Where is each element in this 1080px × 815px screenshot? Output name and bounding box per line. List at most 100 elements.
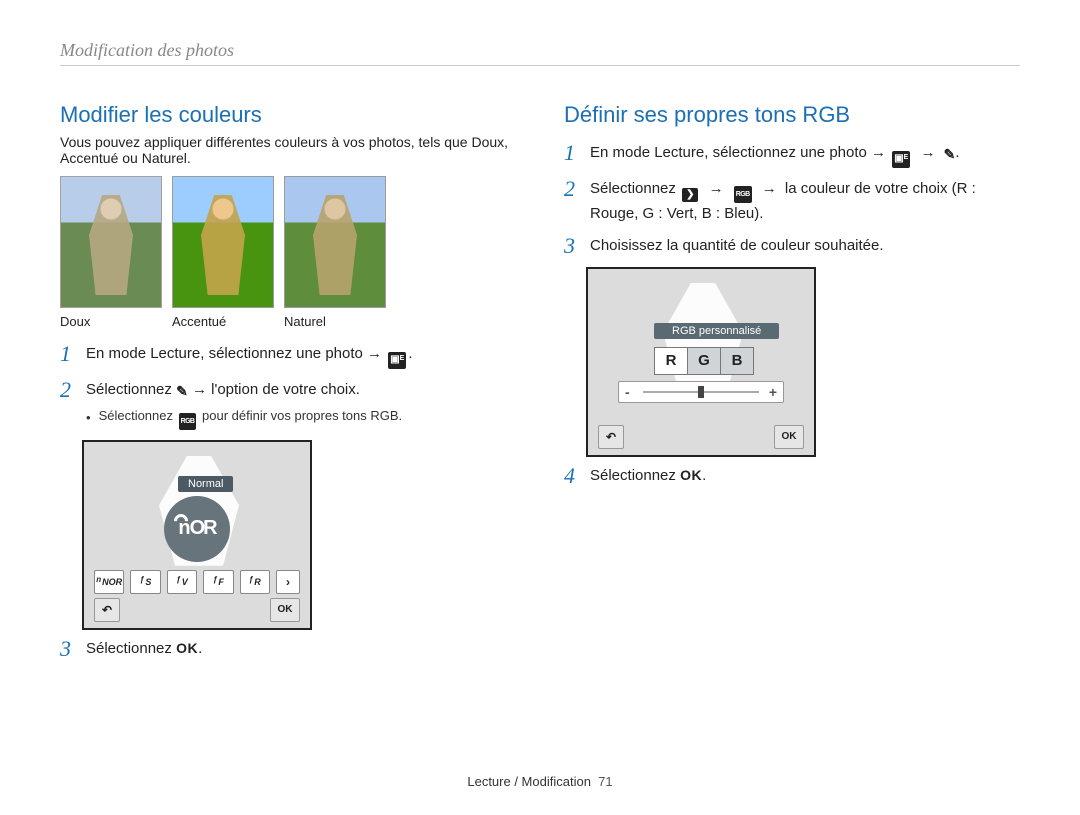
period: . [955, 144, 959, 161]
filter-opt-s[interactable]: ƒS [130, 570, 160, 594]
filter-opt-f[interactable]: ƒF [203, 570, 233, 594]
thumb-image-natural [284, 176, 386, 308]
ok-button[interactable]: OK [774, 425, 804, 449]
thumb-natural: Naturel [284, 176, 384, 329]
thumb-label: Doux [60, 314, 160, 329]
slider-handle[interactable] [698, 386, 704, 398]
period: . [702, 467, 706, 484]
left-column: Modifier les couleurs Vous pouvez appliq… [60, 90, 516, 670]
filter-opt-nor[interactable]: nNOR [94, 570, 124, 594]
period: . [198, 640, 202, 657]
back-button[interactable]: ↶ [598, 425, 624, 449]
filter-opt-v[interactable]: ƒV [167, 570, 197, 594]
step: 2 Sélectionnez → l'option de votre choix… [60, 379, 516, 430]
slider-plus: + [769, 384, 777, 400]
step-body: Sélectionnez ❯ → → la couleur de votre c… [590, 178, 1020, 225]
steps-right-2: 4 Sélectionnez OK. [564, 465, 1020, 487]
rgb-cell-b[interactable]: B [721, 348, 753, 374]
filter-opt-label: NOR [102, 577, 122, 587]
intro-text: Vous pouvez appliquer différentes couleu… [60, 134, 516, 166]
right-column: Définir ses propres tons RGB 1 En mode L… [564, 90, 1020, 670]
ok-label: OK [680, 467, 702, 483]
heading-custom-rgb: Définir ses propres tons RGB [564, 102, 1020, 128]
step-text: Choisissez la quantité de couleur souhai… [590, 237, 884, 254]
step-body: Choisissez la quantité de couleur souhai… [590, 235, 1020, 257]
rgb-tag: RGB personnalisé [654, 323, 779, 339]
step-number: 3 [564, 235, 580, 257]
step: 2 Sélectionnez ❯ → → la couleur de votre… [564, 178, 1020, 225]
camera-screen-rgb: RGB personnalisé R G B - + ↶ OK [586, 267, 816, 457]
thumb-vivid: Accentué [172, 176, 272, 329]
step-body: Sélectionnez OK. [590, 465, 1020, 487]
chevron-right-icon: ❯ [682, 188, 698, 202]
screen-bottom-bar: ↶ OK [94, 598, 300, 620]
camera-screen-color-filter: Normal nOR nNOR ƒS ƒV ƒF ƒR › ↶ OK [82, 440, 312, 630]
edit-overlay-icon: ▣E [388, 352, 406, 369]
footer-page-number: 71 [598, 774, 612, 789]
filter-opt-more[interactable]: › [276, 570, 300, 594]
step-number: 3 [60, 638, 76, 660]
step-pre: Sélectionnez [590, 467, 680, 484]
step-body: En mode Lecture, sélectionnez une photo … [590, 142, 1020, 168]
filter-opt-label: S [145, 577, 151, 587]
breadcrumb-section: Modification des photos [60, 40, 1020, 66]
step-text-mid: → l'option de votre choix. [188, 381, 360, 398]
ok-label: OK [176, 640, 198, 656]
step: 4 Sélectionnez OK. [564, 465, 1020, 487]
step-text: En mode Lecture, sélectionnez une photo … [590, 144, 886, 161]
steps-left: 1 En mode Lecture, sélectionnez une phot… [60, 343, 516, 430]
filter-opt-label: V [182, 577, 188, 587]
filter-option-row: nNOR ƒS ƒV ƒF ƒR › [94, 570, 300, 594]
step-number: 1 [564, 142, 580, 164]
filter-opt-r[interactable]: ƒR [240, 570, 270, 594]
filter-name-tag: Normal [178, 476, 233, 492]
brush-icon [944, 144, 956, 164]
steps-left-2: 3 Sélectionnez OK. [60, 638, 516, 660]
slider-minus: - [625, 384, 630, 400]
rgb-cell-r[interactable]: R [655, 348, 688, 374]
arrow: → [921, 144, 936, 161]
step-number: 2 [60, 379, 76, 401]
screen-bottom-bar: ↶ OK [598, 425, 804, 447]
thumb-soft: Doux [60, 176, 160, 329]
arrow: → [709, 180, 724, 197]
page-footer: Lecture / Modification 71 [0, 774, 1080, 789]
rgb-channel-selector: R G B [654, 347, 754, 375]
step-pre: Sélectionnez [86, 640, 176, 657]
steps-right: 1 En mode Lecture, sélectionnez une phot… [564, 142, 1020, 257]
rgb-amount-slider[interactable]: - + [618, 381, 784, 403]
thumb-image-soft [60, 176, 162, 308]
edit-overlay-icon: ▣E [892, 151, 910, 168]
thumb-label: Naturel [284, 314, 384, 329]
footer-section: Lecture / Modification [467, 774, 591, 789]
step-text-pre: Sélectionnez [86, 381, 176, 398]
heading-modify-colors: Modifier les couleurs [60, 102, 516, 128]
step: 1 En mode Lecture, sélectionnez une phot… [564, 142, 1020, 168]
step-text: En mode Lecture, sélectionnez une photo … [86, 345, 382, 362]
step-body: Sélectionnez OK. [86, 638, 516, 660]
filter-opt-label: R [254, 577, 261, 587]
bullet-post: pour définir vos propres tons RGB. [198, 408, 402, 423]
manual-page: Modification des photos Modifier les cou… [0, 0, 1080, 815]
step: 1 En mode Lecture, sélectionnez une phot… [60, 343, 516, 369]
arrow: → [762, 180, 777, 197]
rgb-cell-g[interactable]: G [688, 348, 721, 374]
brush-icon [176, 381, 188, 401]
step-number: 2 [564, 178, 580, 200]
back-button[interactable]: ↶ [94, 598, 120, 622]
step: 3 Sélectionnez OK. [60, 638, 516, 660]
two-column-layout: Modifier les couleurs Vous pouvez appliq… [60, 90, 1020, 670]
filter-opt-label: F [218, 577, 224, 587]
ok-button[interactable]: OK [270, 598, 300, 622]
step-body: En mode Lecture, sélectionnez une photo … [86, 343, 516, 369]
period: . [408, 345, 412, 362]
thumb-image-vivid [172, 176, 274, 308]
step-body: Sélectionnez → l'option de votre choix. … [86, 379, 516, 430]
filter-large-icon: nOR [164, 496, 230, 562]
step-number: 1 [60, 343, 76, 365]
step: 3 Choisissez la quantité de couleur souh… [564, 235, 1020, 257]
bullet-pre: Sélectionnez [99, 408, 177, 423]
step-pre: Sélectionnez [590, 180, 680, 197]
thumb-label: Accentué [172, 314, 272, 329]
step-number: 4 [564, 465, 580, 487]
